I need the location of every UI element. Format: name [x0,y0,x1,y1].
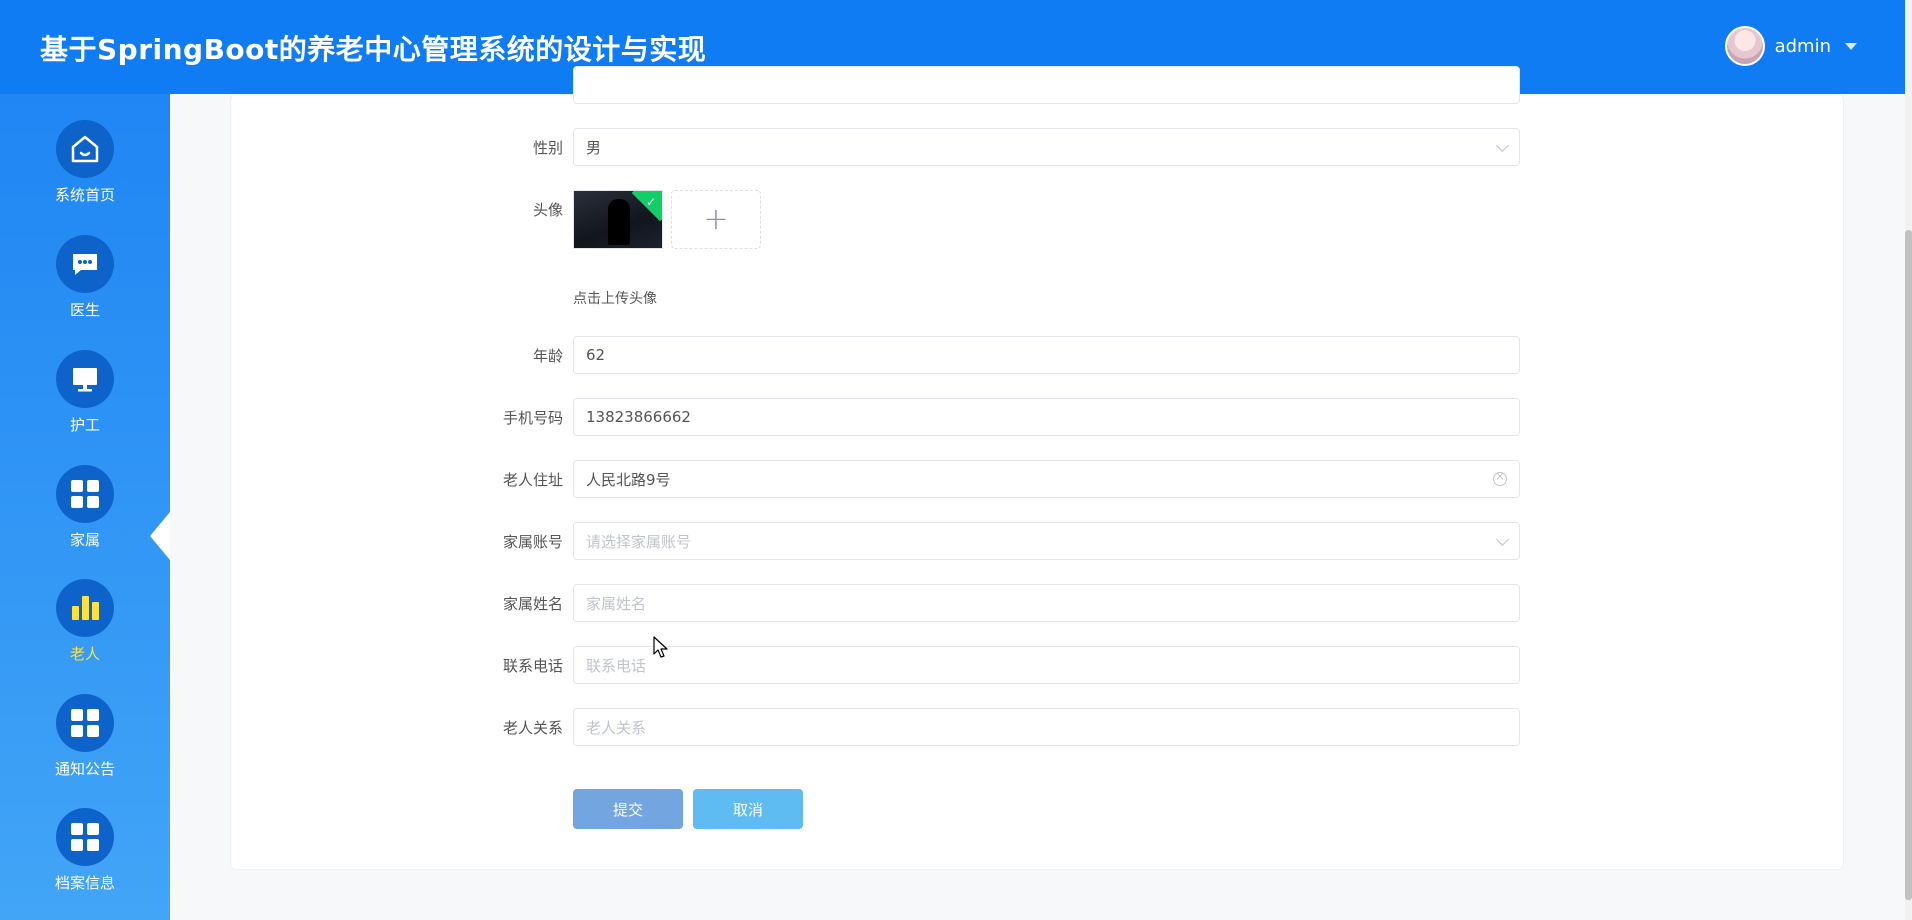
sidebar-item-label: 家属 [69,531,100,549]
monitor-icon [56,350,114,408]
username-label[interactable]: admin [1775,36,1831,57]
relation-placeholder: 老人关系 [586,718,647,737]
relation-input[interactable]: 老人关系 [573,708,1520,746]
gender-select[interactable]: 男 [573,128,1520,166]
sidebar-item-family[interactable]: 家属 [0,465,170,575]
address-input[interactable]: 人民北路9号 [573,460,1520,498]
active-indicator [150,512,170,560]
sidebar-item-archives[interactable]: 档案信息 [0,808,170,918]
address-value: 人民北路9号 [586,470,671,489]
contact-phone-placeholder: 联系电话 [586,656,647,675]
chevron-down-icon [1496,138,1509,152]
family-name-input[interactable]: 家属姓名 [573,584,1520,622]
cancel-button[interactable]: 取消 [693,789,803,829]
sidebar-item-label: 护工 [69,416,100,434]
sidebar-item-nurse[interactable]: 护工 [0,350,170,460]
form-row-gender: 性别 男 [430,128,1530,168]
plus-icon: + [703,202,729,237]
upload-hint: 点击上传头像 [573,291,657,307]
phone-input[interactable]: 13823866662 [573,398,1520,436]
contact-phone-label: 联系电话 [502,657,563,675]
chat-icon [56,235,114,293]
sidebar: 系统首页 医生 护工 家属 老人 通知公告 档案信息 [0,94,170,920]
form-row-age: 年龄 62 [430,336,1530,376]
sidebar-item-elderly[interactable]: 老人 [0,579,170,689]
family-name-label: 家属姓名 [502,595,563,613]
vertical-scrollbar[interactable] [1905,0,1912,920]
address-label: 老人住址 [502,471,563,489]
submit-button[interactable]: 提交 [573,789,683,829]
sidebar-item-notice[interactable]: 通知公告 [0,694,170,804]
sidebar-item-label: 档案信息 [54,874,115,892]
form-row-contact-phone: 联系电话 联系电话 [430,646,1530,686]
caret-down-icon[interactable] [1845,42,1857,50]
age-value: 62 [586,346,606,364]
family-account-select[interactable]: 请选择家属账号 [573,522,1520,560]
form-row-phone: 手机号码 13823866662 [430,398,1530,438]
sidebar-item-doctor[interactable]: 医生 [0,235,170,345]
chevron-down-icon [1496,532,1509,546]
family-name-placeholder: 家属姓名 [586,594,647,613]
check-icon: ✓ [645,195,656,209]
upload-add-button[interactable]: + [671,190,761,249]
user-menu[interactable]: admin [1724,26,1857,66]
phone-value: 13823866662 [586,408,691,426]
form-row-address: 老人住址 人民北路9号 [430,460,1530,500]
clear-icon[interactable] [1493,469,1507,486]
bar-chart-icon [56,579,114,637]
grid-icon [56,465,114,523]
scrollbar-thumb[interactable] [1905,230,1912,900]
avatar-label: 头像 [532,201,563,219]
family-account-placeholder: 请选择家属账号 [586,532,692,551]
sidebar-item-label: 老人 [69,645,100,663]
relation-label: 老人关系 [502,719,563,737]
gender-value: 男 [586,138,602,157]
contact-phone-input[interactable]: 联系电话 [573,646,1520,684]
grid-icon [56,694,114,752]
user-avatar[interactable] [1724,26,1765,66]
home-icon [56,120,114,178]
age-input[interactable]: 62 [573,336,1520,374]
gender-label: 性别 [532,139,563,157]
grid-icon [56,808,114,866]
form-row-family-name: 家属姓名 家属姓名 [430,584,1530,624]
sidebar-item-home[interactable]: 系统首页 [0,120,170,230]
sidebar-item-label: 系统首页 [54,186,115,204]
family-account-label: 家属账号 [502,533,563,551]
form-row-family-account: 家属账号 请选择家属账号 [430,522,1530,562]
age-label: 年龄 [532,347,563,365]
person-image [608,199,630,245]
sidebar-item-label: 通知公告 [54,760,115,778]
form-row-relation: 老人关系 老人关系 [430,708,1530,748]
sidebar-item-label: 医生 [69,301,100,319]
app-title: 基于SpringBoot的养老中心管理系统的设计与实现 [40,33,707,66]
avatar-thumbnail[interactable]: ✓ [573,190,663,249]
mouse-cursor-icon [653,636,668,658]
phone-label: 手机号码 [502,409,563,427]
